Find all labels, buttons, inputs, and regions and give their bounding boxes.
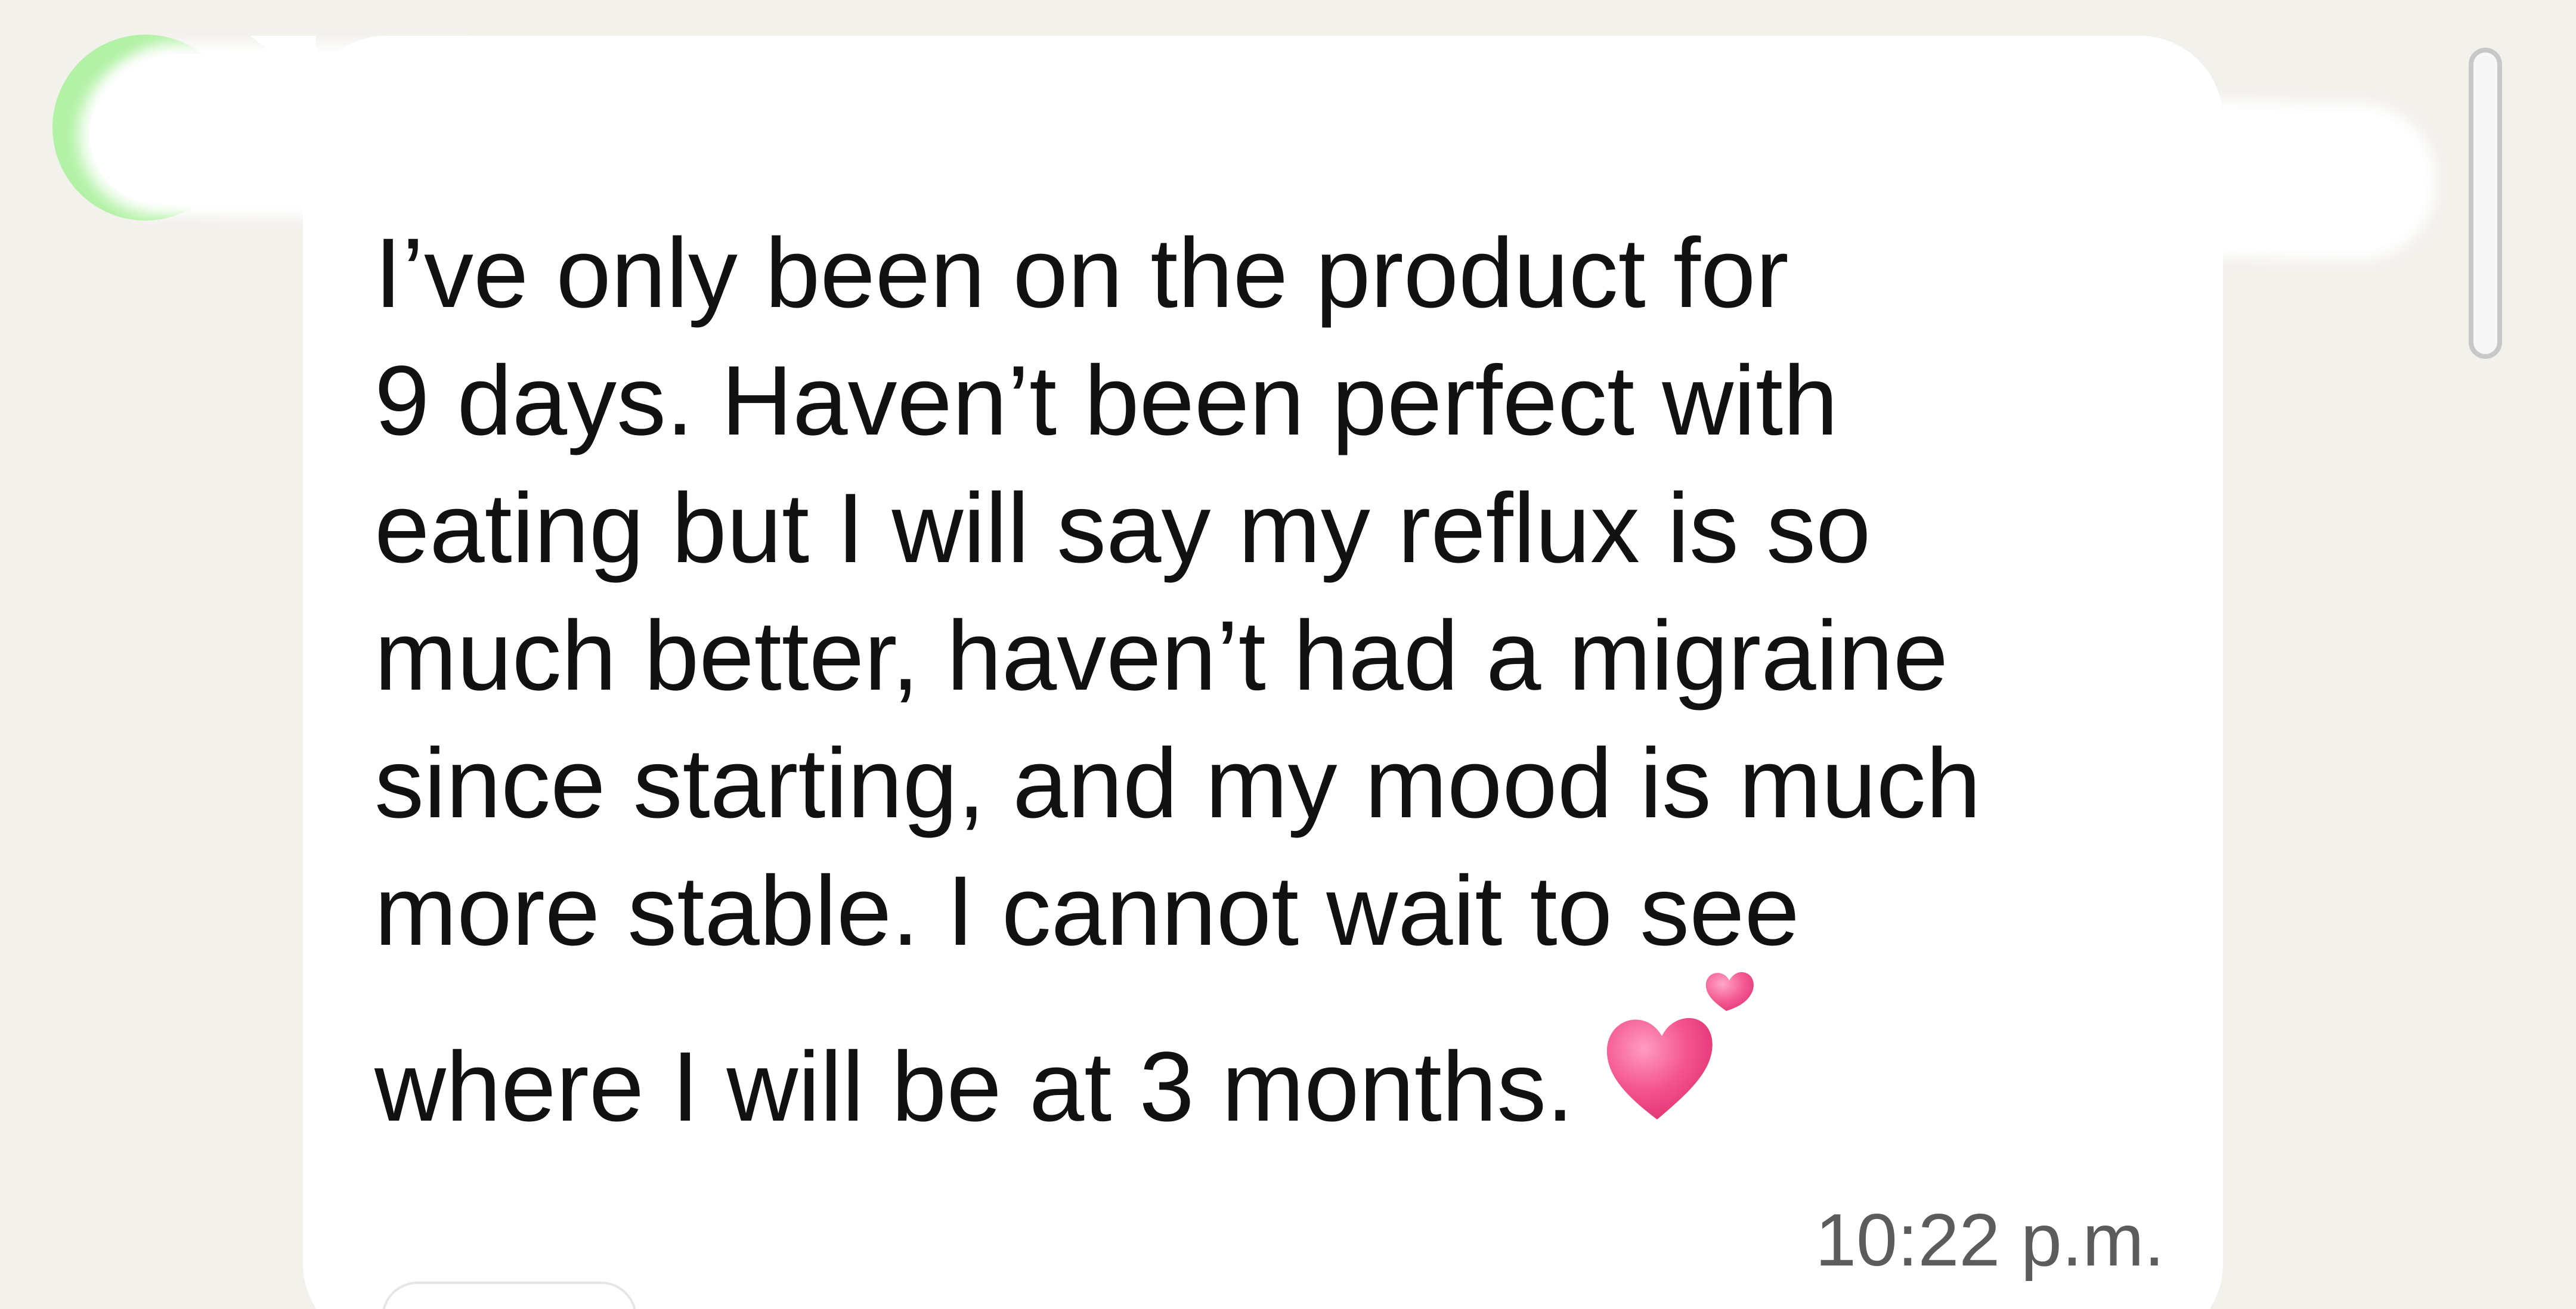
chat-screen: I’ve only been on the product for 9 days… (0, 0, 2576, 1309)
redaction-mark (107, 54, 525, 197)
message-line: 9 days. Haven’t been perfect with (374, 346, 1838, 456)
message-text: I’ve only been on the product for 9 days… (374, 210, 2163, 1151)
message-line: eating but I will say my reflux is so (374, 473, 1871, 584)
message-timestamp: 10:22 p.m. (1815, 1199, 2165, 1282)
message-line: where I will be at 3 months. (374, 1032, 1574, 1142)
two-hearts-icon (1603, 972, 1754, 1139)
message-line: much better, haven’t had a migraine (374, 601, 1949, 711)
message-line-last: where I will be at 3 months. (374, 972, 2163, 1151)
message-line: I’ve only been on the product for (374, 218, 1789, 328)
next-message-bubble[interactable] (382, 1282, 637, 1309)
message-line: more stable. I cannot wait to see (374, 856, 1800, 966)
scrollbar-thumb[interactable] (2469, 48, 2502, 359)
message-line: since starting, and my mood is much (374, 728, 1981, 839)
